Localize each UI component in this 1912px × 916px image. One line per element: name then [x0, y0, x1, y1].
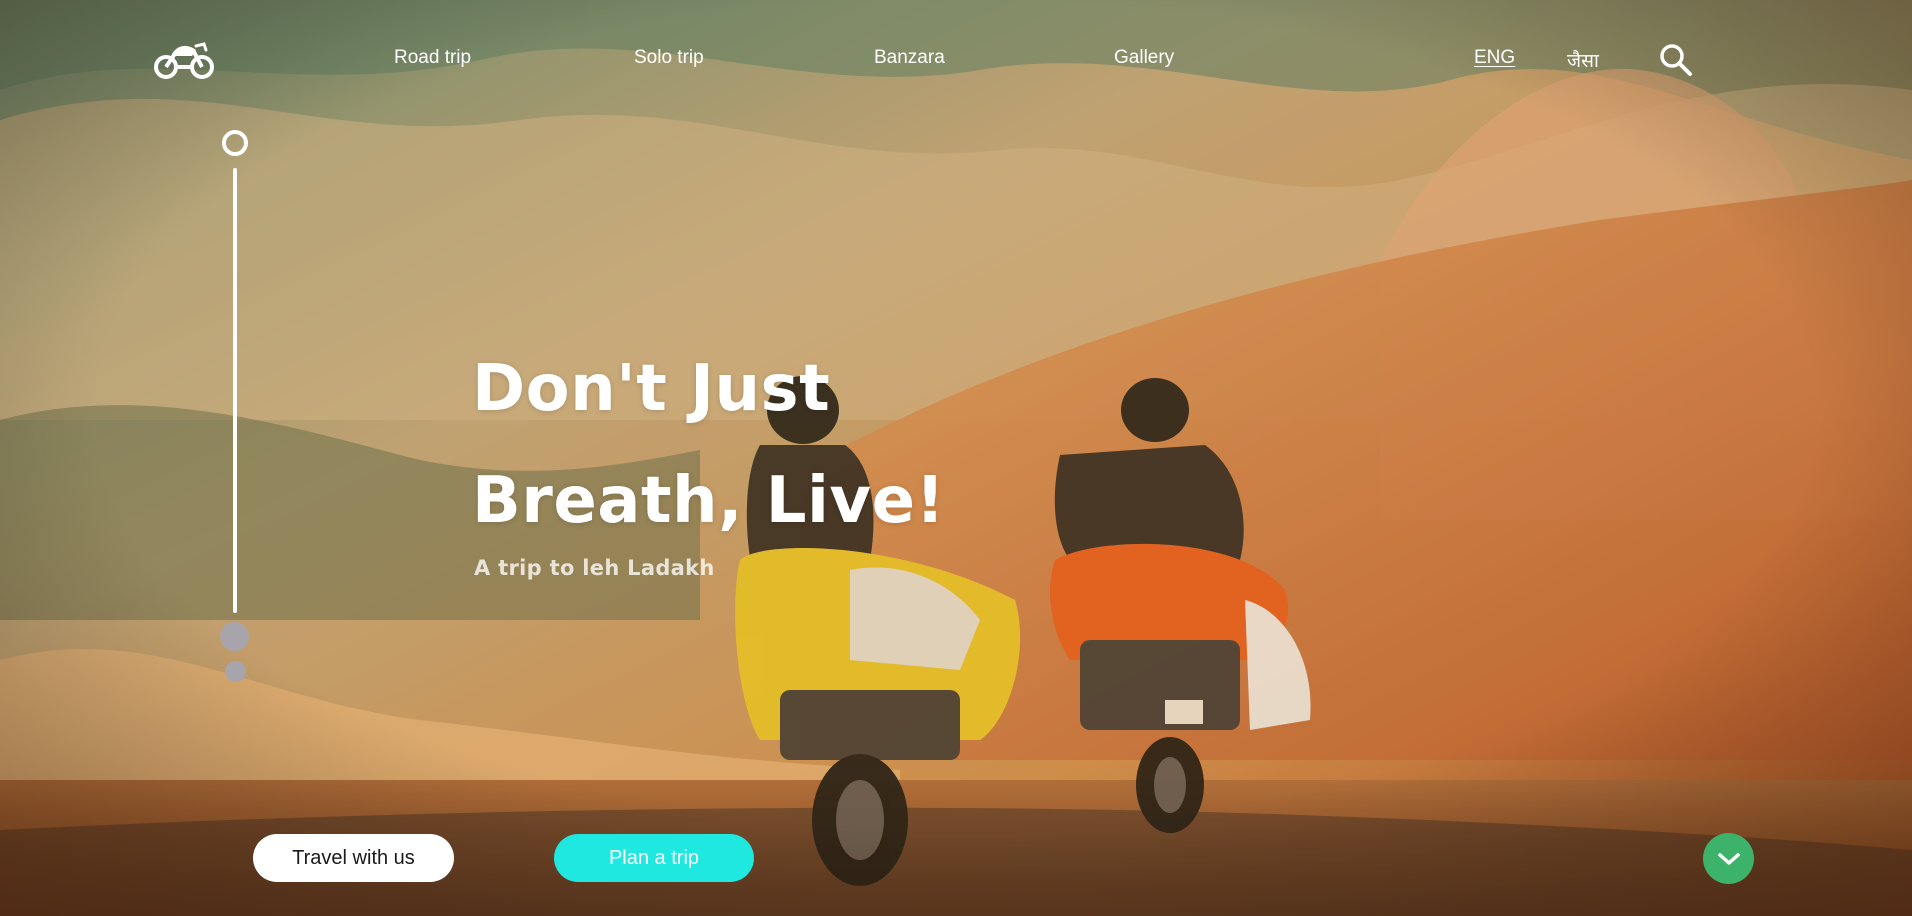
- nav-link-gallery[interactable]: Gallery: [1114, 47, 1174, 69]
- slide-progress-line: [233, 168, 237, 613]
- plan-a-trip-button[interactable]: Plan a trip: [554, 834, 754, 882]
- slide-indicator-dot[interactable]: [220, 622, 249, 651]
- headline-line-2: Breath, Live!: [472, 464, 946, 538]
- language-hindi[interactable]: जैसा: [1567, 47, 1599, 73]
- travel-with-us-button[interactable]: Travel with us: [253, 834, 454, 882]
- top-navigation: Road trip Solo trip Banzara Gallery ENG …: [0, 0, 1912, 120]
- motorcycle-icon[interactable]: [152, 38, 216, 80]
- nav-link-road-trip[interactable]: Road trip: [394, 47, 471, 69]
- headline-line-1: Don't Just: [472, 352, 831, 426]
- nav-link-banzara[interactable]: Banzara: [874, 47, 945, 69]
- slide-indicator-dot[interactable]: [225, 661, 246, 682]
- hero-headline: Don't Just Breath, Live!: [472, 333, 945, 557]
- search-icon[interactable]: [1659, 43, 1693, 77]
- slide-indicator-active[interactable]: [222, 130, 248, 156]
- slide-progress-indicator: [220, 130, 249, 690]
- language-english[interactable]: ENG: [1474, 47, 1515, 69]
- chevron-down-icon: [1717, 852, 1740, 865]
- nav-link-solo-trip[interactable]: Solo trip: [634, 47, 704, 69]
- scroll-down-button[interactable]: [1703, 833, 1754, 884]
- hero-background-image: [0, 0, 1912, 916]
- hero-subtitle: A trip to leh Ladakh: [474, 556, 715, 580]
